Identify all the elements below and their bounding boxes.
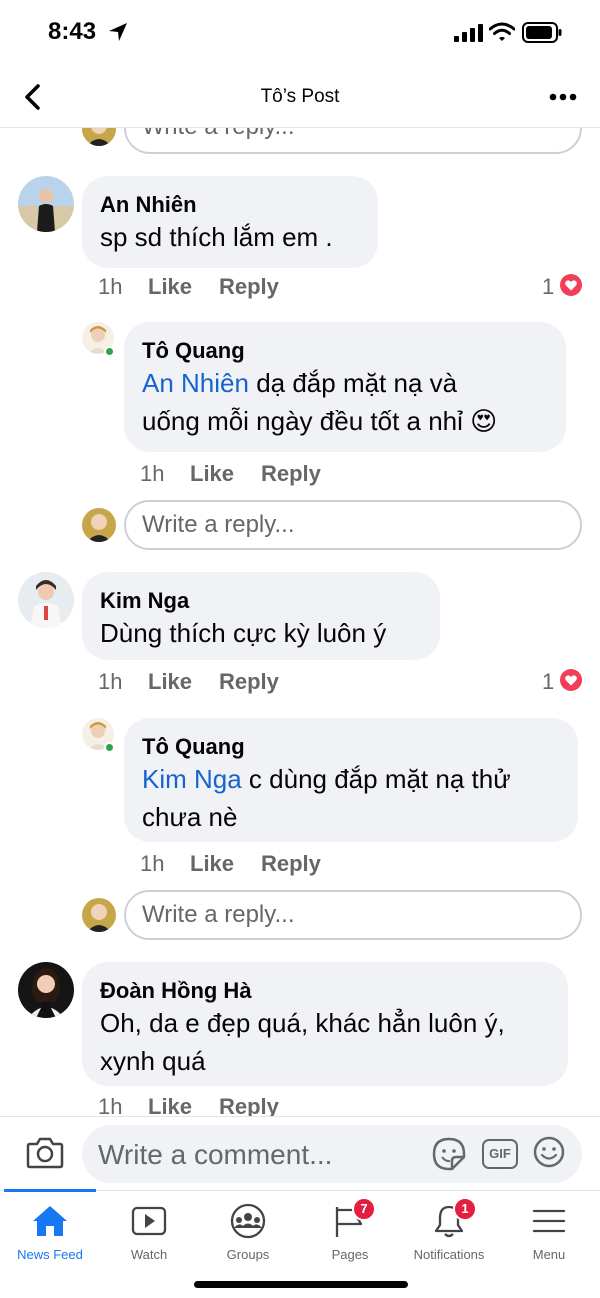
reaction-count[interactable]: 1 xyxy=(542,669,554,695)
avatar[interactable] xyxy=(18,176,74,232)
home-indicator xyxy=(194,1281,408,1288)
comment-bubble: Kim Nga Dùng thích cực kỳ luôn ý xyxy=(82,572,440,660)
reply-time: 1h xyxy=(140,851,165,876)
online-status-icon xyxy=(104,346,115,357)
like-button[interactable]: Like xyxy=(190,461,234,487)
reaction-count[interactable]: 1 xyxy=(542,274,554,300)
camera-icon[interactable] xyxy=(26,1135,64,1169)
cellular-signal-icon xyxy=(454,24,483,42)
mention-link[interactable]: An Nhiên xyxy=(142,368,249,398)
home-icon xyxy=(33,1206,67,1236)
tab-label: Notifications xyxy=(413,1247,485,1262)
bottom-tab-bar: News Feed Watch Groups 7 Pages 1 Notific… xyxy=(0,1189,600,1298)
status-time: 8:43 xyxy=(48,18,97,45)
tab-groups[interactable]: Groups xyxy=(198,1191,298,1271)
gif-button[interactable]: GIF xyxy=(482,1139,518,1169)
comment-placeholder: Write a comment... xyxy=(98,1139,333,1170)
menu-icon xyxy=(532,1209,566,1233)
reply-text-line2: uống mỗi ngày đều tốt a nhỉ 😍 xyxy=(142,406,498,436)
status-bar: 8:43 xyxy=(0,0,600,66)
comment-author[interactable]: Kim Nga xyxy=(100,588,189,614)
like-button[interactable]: Like xyxy=(148,274,192,300)
reply-placeholder: Write a reply... xyxy=(142,511,295,538)
like-button[interactable]: Like xyxy=(190,851,234,877)
comment-text-line1: Oh, da e đẹp quá, khác hẳn luôn ý, xyxy=(100,1008,505,1038)
notifications-badge: 1 xyxy=(453,1197,477,1221)
love-reaction-icon[interactable] xyxy=(558,272,584,298)
pages-badge: 7 xyxy=(352,1197,376,1221)
reply-input[interactable]: Write a reply... xyxy=(124,128,582,154)
reply-placeholder: Write a reply... xyxy=(142,128,294,141)
location-arrow-icon xyxy=(109,23,127,41)
tab-label: Watch xyxy=(130,1247,168,1262)
tab-menu[interactable]: Menu xyxy=(499,1191,599,1271)
reply-button[interactable]: Reply xyxy=(261,851,321,877)
avatar[interactable] xyxy=(18,962,74,1018)
user-avatar xyxy=(82,898,116,932)
comment-text: Dùng thích cực kỳ luôn ý xyxy=(100,618,387,648)
reply-author[interactable]: Tô Quang xyxy=(142,338,245,364)
comment-bubble: Đoàn Hồng Hà Oh, da e đẹp quá, khác hẳn … xyxy=(82,962,568,1086)
more-options-icon[interactable] xyxy=(546,82,580,112)
comment-composer: Write a comment... GIF xyxy=(0,1116,600,1190)
tab-label: Pages xyxy=(331,1247,369,1262)
love-reaction-icon[interactable] xyxy=(558,667,584,693)
reply-author[interactable]: Tô Quang xyxy=(142,734,245,760)
heart-eyes-emoji: 😍 xyxy=(470,406,498,436)
like-button[interactable]: Like xyxy=(148,669,192,695)
like-button[interactable]: Like xyxy=(148,1094,192,1116)
tab-notifications[interactable]: 1 Notifications xyxy=(399,1191,499,1271)
reply-input[interactable]: Write a reply... xyxy=(124,500,582,550)
reply-text-line1: Kim Nga c dùng đắp mặt nạ thử xyxy=(142,764,511,794)
user-avatar xyxy=(82,128,116,146)
tab-watch[interactable]: Watch xyxy=(99,1191,199,1271)
tab-news-feed[interactable]: News Feed xyxy=(0,1191,100,1271)
tab-pages[interactable]: 7 Pages xyxy=(300,1191,400,1271)
comment-text: sp sd thích lắm em . xyxy=(100,222,333,252)
watch-icon xyxy=(131,1206,167,1236)
comment-author[interactable]: Đoàn Hồng Hà xyxy=(100,978,252,1004)
comment-time: 1h xyxy=(98,1094,123,1116)
tab-label: News Feed xyxy=(17,1247,83,1262)
online-status-icon xyxy=(104,742,115,753)
reply-button[interactable]: Reply xyxy=(219,274,279,300)
comment-time: 1h xyxy=(98,274,123,299)
comment-text-line2: xynh quá xyxy=(100,1046,206,1076)
avatar[interactable] xyxy=(18,572,74,628)
battery-icon xyxy=(522,22,562,43)
comment-bubble: An Nhiên sp sd thích lắm em . xyxy=(82,176,378,268)
reply-input[interactable]: Write a reply... xyxy=(124,890,582,940)
user-avatar xyxy=(82,508,116,542)
reply-time: 1h xyxy=(140,461,165,486)
post-header: Tô’s Post xyxy=(0,66,600,128)
reply-placeholder: Write a reply... xyxy=(142,901,295,928)
reply-button[interactable]: Reply xyxy=(219,669,279,695)
reply-bubble: Tô Quang Kim Nga c dùng đắp mặt nạ thử c… xyxy=(124,718,578,842)
sticker-icon[interactable] xyxy=(432,1137,466,1171)
emoji-icon[interactable] xyxy=(533,1136,565,1168)
reply-bubble: Tô Quang An Nhiên dạ đắp mặt nạ và uống … xyxy=(124,322,566,452)
tab-label: Groups xyxy=(226,1247,270,1262)
wifi-icon xyxy=(489,22,515,41)
reply-text-line1: An Nhiên dạ đắp mặt nạ và xyxy=(142,368,458,398)
reply-button[interactable]: Reply xyxy=(219,1094,279,1116)
comments-list[interactable]: Write a reply... An Nhiên sp sd thích lắ… xyxy=(0,128,600,1116)
page-title: Tô’s Post xyxy=(260,86,340,107)
groups-icon xyxy=(230,1203,266,1239)
reply-text-line2: chưa nè xyxy=(142,802,238,832)
reply-button[interactable]: Reply xyxy=(261,461,321,487)
comment-author[interactable]: An Nhiên xyxy=(100,192,197,218)
tab-label: Menu xyxy=(532,1247,566,1262)
mention-link[interactable]: Kim Nga xyxy=(142,764,242,794)
comment-time: 1h xyxy=(98,669,123,694)
